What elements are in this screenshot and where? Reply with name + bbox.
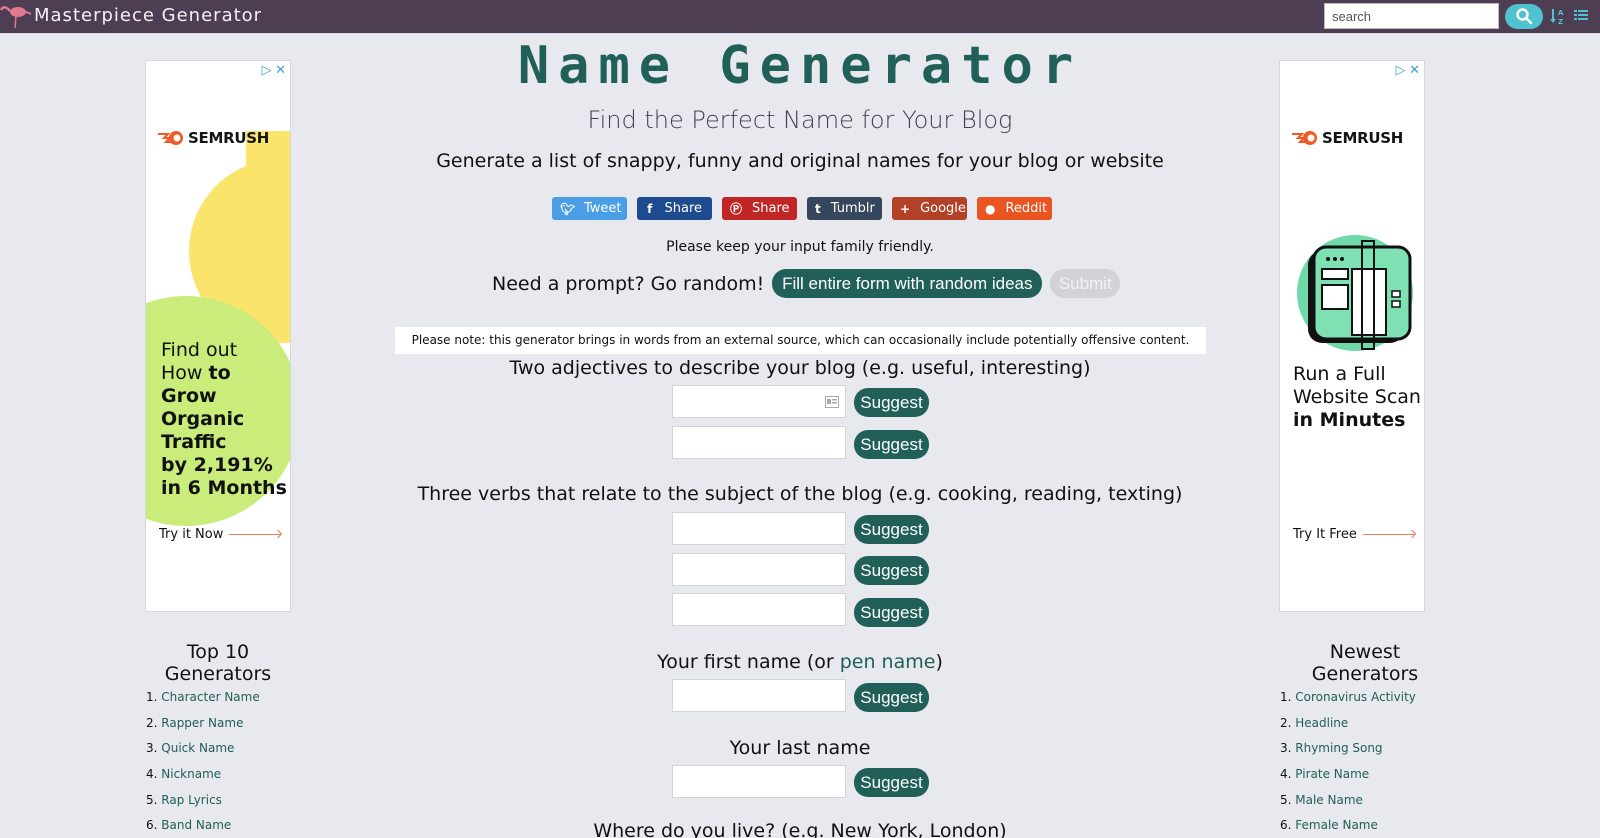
google-label: Google (920, 201, 966, 216)
advertisement-right[interactable]: ▷ ✕ SEMRUSH Run a Full Website Scan in M… (1279, 60, 1425, 612)
pen-name-link[interactable]: pen name (840, 651, 936, 673)
semrush-flame-icon (158, 131, 183, 145)
top10-link[interactable]: Quick Name (161, 741, 234, 755)
list-item: 1. Coronavirus Activity (1280, 690, 1416, 704)
search-icon (1516, 8, 1533, 25)
ad-choices-icon[interactable]: ▷ ✕ (1395, 62, 1420, 78)
list-item: 5. Rap Lyrics (146, 792, 222, 807)
verb-2-input[interactable] (672, 553, 846, 586)
suggest-adjective-1-button[interactable]: Suggest (854, 388, 929, 417)
newest-link[interactable]: Pirate Name (1295, 767, 1369, 781)
ad-left-headline: Find out How to Grow Organic Traffic by … (161, 339, 287, 499)
suggest-adjective-2-button[interactable]: Suggest (854, 430, 929, 459)
top10-link[interactable]: Rap Lyrics (161, 793, 222, 807)
submit-button[interactable]: Submit (1050, 269, 1121, 298)
ad-right-cta-text: Try It Free (1293, 527, 1357, 542)
ad-right-cta[interactable]: Try It Free (1293, 527, 1415, 542)
facebook-share-button[interactable]: f Share (637, 197, 712, 220)
reddit-icon: ● (985, 201, 996, 216)
semrush-logo: SEMRUSH (158, 129, 269, 147)
newest-link[interactable]: Coronavirus Activity (1295, 690, 1416, 704)
last-name-input[interactable] (672, 765, 846, 798)
newest-link[interactable]: Headline (1295, 716, 1348, 730)
semrush-brand-text: SEMRUSH (188, 129, 269, 147)
list-item: 2. Headline (1280, 715, 1349, 730)
brand-name[interactable]: Masterpiece Generator (34, 5, 262, 26)
list-item: 4. Nickname (146, 767, 222, 782)
top10-link[interactable]: Nickname (161, 767, 221, 781)
share-buttons: 🐦︎ Tweet f Share Ⓟ Share t Tumblr + Goog… (552, 197, 1052, 220)
suggest-verb-1-button[interactable]: Suggest (854, 515, 929, 544)
list-item: 3. Rhyming Song (1280, 741, 1383, 756)
newest-link[interactable]: Female Name (1295, 818, 1378, 832)
suggest-last-name-button[interactable]: Suggest (854, 768, 929, 797)
svg-text:A: A (1558, 9, 1564, 17)
top10-heading: Top 10 Generators (164, 641, 272, 685)
flamingo-logo-icon[interactable] (0, 2, 32, 30)
tumblr-button[interactable]: t Tumblr (807, 197, 882, 220)
list-item: 4. Pirate Name (1280, 767, 1370, 782)
tweet-label: Tweet (584, 201, 622, 216)
random-prompt-label: Need a prompt? Go random! (492, 272, 765, 295)
search-button[interactable] (1505, 4, 1543, 29)
arrow-right-icon (1362, 534, 1415, 535)
top-navbar: Masterpiece Generator A Z (0, 0, 1600, 34)
list-item: 3. Quick Name (146, 741, 235, 756)
list-item: 2. Rapper Name (146, 715, 244, 730)
pinterest-icon: Ⓟ (730, 202, 743, 216)
newest-list: 1. Coronavirus Activity 2. Headline 3. R… (1280, 690, 1416, 838)
reddit-button[interactable]: ● Reddit (977, 197, 1052, 220)
fill-random-button[interactable]: Fill entire form with random ideas (772, 269, 1043, 298)
newest-link[interactable]: Male Name (1295, 793, 1363, 807)
svg-text:Z: Z (1558, 18, 1563, 25)
ad-left-cta[interactable]: Try it Now (159, 527, 282, 542)
first-name-label-close: ) (935, 651, 943, 673)
tumblr-icon: t (815, 201, 821, 216)
newest-heading: Newest Generators (1311, 641, 1419, 685)
semrush-logo: SEMRUSH (1292, 129, 1403, 147)
verb-3-input[interactable] (672, 593, 846, 626)
ad-left-cta-text: Try it Now (159, 527, 224, 542)
verb-1-input[interactable] (672, 512, 846, 545)
first-name-label-text: Your first name (or (657, 651, 840, 673)
pinterest-share-button[interactable]: Ⓟ Share (722, 197, 797, 220)
suggest-verb-3-button[interactable]: Suggest (854, 598, 929, 627)
list-icon[interactable] (1574, 9, 1588, 23)
website-scan-illustration-icon (1297, 235, 1413, 351)
offensive-content-note: Please note: this generator brings in wo… (395, 327, 1206, 354)
top10-link[interactable]: Rapper Name (161, 716, 243, 730)
facebook-share-label: Share (664, 201, 702, 216)
semrush-brand-text: SEMRUSH (1322, 129, 1403, 147)
sort-alpha-icon[interactable]: A Z (1550, 7, 1564, 25)
twitter-icon: 🐦︎ (560, 201, 576, 216)
plus-icon: + (900, 201, 911, 216)
tweet-button[interactable]: 🐦︎ Tweet (552, 197, 627, 220)
tumblr-label: Tumblr (830, 201, 875, 216)
list-item: 1. Character Name (146, 690, 260, 704)
search-input[interactable] (1324, 3, 1499, 29)
newest-link[interactable]: Rhyming Song (1295, 741, 1382, 755)
top10-link[interactable]: Character Name (161, 690, 259, 704)
list-item: 6. Band Name (146, 818, 232, 833)
random-prompt-row: Need a prompt? Go random! Fill entire fo… (492, 269, 1121, 298)
ad-right-headline: Run a Full Website Scan in Minutes (1293, 363, 1421, 431)
semrush-flame-icon (1292, 131, 1317, 145)
arrow-right-icon (229, 534, 282, 535)
adjective-1-input[interactable] (672, 385, 846, 418)
pinterest-share-label: Share (752, 201, 790, 216)
list-item: 6. Female Name (1280, 818, 1378, 833)
top10-list: 1. Character Name 2. Rapper Name 3. Quic… (146, 690, 260, 838)
first-name-input[interactable] (672, 679, 846, 712)
ad-choices-icon[interactable]: ▷ ✕ (261, 62, 286, 78)
adjective-2-input[interactable] (672, 426, 846, 459)
google-button[interactable]: + Google (892, 197, 967, 220)
reddit-label: Reddit (1005, 201, 1048, 216)
advertisement-left[interactable]: ▷ ✕ SEMRUSH Find out How to Grow Organic… (145, 60, 291, 612)
suggest-first-name-button[interactable]: Suggest (854, 683, 929, 712)
suggest-verb-2-button[interactable]: Suggest (854, 556, 929, 585)
contact-card-icon[interactable] (825, 396, 839, 408)
list-item: 5. Male Name (1280, 792, 1363, 807)
facebook-icon: f (647, 201, 653, 216)
top10-link[interactable]: Band Name (161, 818, 231, 832)
